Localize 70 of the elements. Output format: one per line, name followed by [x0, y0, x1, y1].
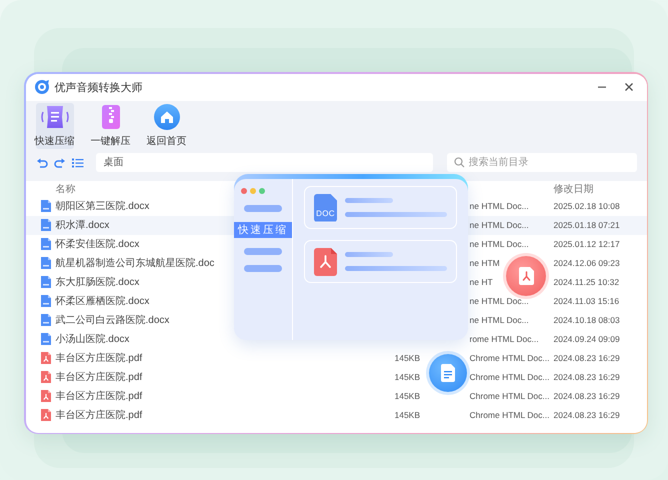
toolbar-button[interactable]: 返回首页 [148, 102, 186, 148]
doc-file-icon [40, 275, 52, 289]
file-name[interactable]: 小汤山医院.docx [56, 332, 230, 346]
file-date: 2024.11.25 10:32 [554, 277, 620, 287]
app-logo-icon [34, 79, 50, 95]
pdf-file-icon [314, 248, 337, 276]
placeholder-bar [345, 252, 393, 257]
doc-file-icon [40, 294, 52, 308]
window-title: 优声音频转换大师 [54, 80, 144, 94]
file-name[interactable]: 怀柔安佳医院.docx [56, 237, 230, 251]
file-type: ne HTML Doc... [470, 315, 530, 325]
pdf-file-icon [40, 370, 52, 384]
doc-file-icon [40, 218, 52, 232]
doc-file-icon [40, 237, 52, 251]
file-type: ne HTML Doc... [470, 296, 530, 306]
file-name[interactable]: 丰台区方庄医院.pdf [56, 408, 230, 422]
file-date: 2024.12.06 09:23 [554, 258, 621, 268]
toolbar-button[interactable]: 快速压缩 [36, 102, 74, 148]
file-name[interactable]: 丰台区方庄医院.pdf [56, 370, 230, 384]
file-date: 2025.01.18 07:21 [554, 220, 621, 230]
file-type: Chrome HTML Doc... [470, 372, 550, 382]
file-date: 2024.08.23 16:29 [554, 372, 621, 382]
doc-file-icon [40, 332, 52, 346]
file-type: ne HTM [470, 258, 501, 268]
file-date: 2025.01.12 12:17 [554, 239, 621, 249]
file-date: 2024.08.23 16:29 [554, 353, 621, 363]
file-type: Chrome HTML Doc... [470, 353, 550, 363]
toolbar-button[interactable]: 一键解压 [92, 102, 130, 148]
file-size: 145KB [394, 372, 422, 382]
window-dots-icon [240, 187, 266, 195]
file-type: Chrome HTML Doc... [470, 410, 550, 420]
file-date: 2024.09.24 09:09 [554, 334, 621, 344]
file-size: 145KB [394, 410, 422, 420]
pdf-file-icon [40, 389, 52, 403]
doc-file-icon: DOC [314, 194, 337, 222]
file-date: 2025.02.18 10:08 [554, 201, 621, 211]
pdf-file-icon [40, 408, 52, 422]
close-icon [624, 82, 634, 92]
doc-file-icon [40, 313, 52, 327]
file-name[interactable]: 积水潭.docx [56, 218, 230, 232]
pdf-file-icon [40, 351, 52, 365]
file-name[interactable]: 丰台区方庄医院.pdf [56, 351, 230, 365]
file-type: ne HT [470, 277, 494, 287]
file-type: ne HTML Doc... [470, 239, 530, 249]
column-header: 名称 [56, 182, 76, 196]
file-type: Chrome HTML Doc... [470, 391, 550, 401]
file-type: rome HTML Doc... [470, 334, 540, 344]
file-name[interactable]: 东大肛肠医院.docx [56, 275, 230, 289]
file-type: ne HTML Doc... [470, 220, 530, 230]
search-field[interactable]: 搜索当前目录 [446, 152, 636, 172]
path-field[interactable]: 桌面 [96, 152, 432, 172]
file-size: 145KB [394, 391, 422, 401]
file-name[interactable]: 怀柔区雁栖医院.docx [56, 294, 230, 308]
file-size: 145KB [394, 353, 422, 363]
file-date: 2024.08.23 16:29 [554, 410, 621, 420]
file-name[interactable]: 丰台区方庄医院.pdf [56, 389, 230, 403]
compress-icon [40, 103, 68, 131]
file-type: ne HTML Doc... [470, 201, 530, 211]
home-icon [152, 103, 180, 131]
doc-file-icon [40, 256, 52, 270]
file-name[interactable]: 武二公司白云路医院.docx [56, 313, 230, 327]
doc-file-icon [40, 199, 52, 213]
placeholder-bar [345, 198, 393, 203]
file-name[interactable]: 朝阳区第三医院.docx [56, 199, 230, 213]
search-icon [454, 156, 464, 168]
column-header: 修改日期 [554, 182, 594, 196]
file-date: 2024.11.03 15:16 [554, 296, 620, 306]
file-date: 2024.10.18 08:03 [554, 315, 621, 325]
file-name[interactable]: 航星机器制造公司东城航星医院.doc [56, 256, 230, 270]
file-date: 2024.08.23 16:29 [554, 391, 621, 401]
